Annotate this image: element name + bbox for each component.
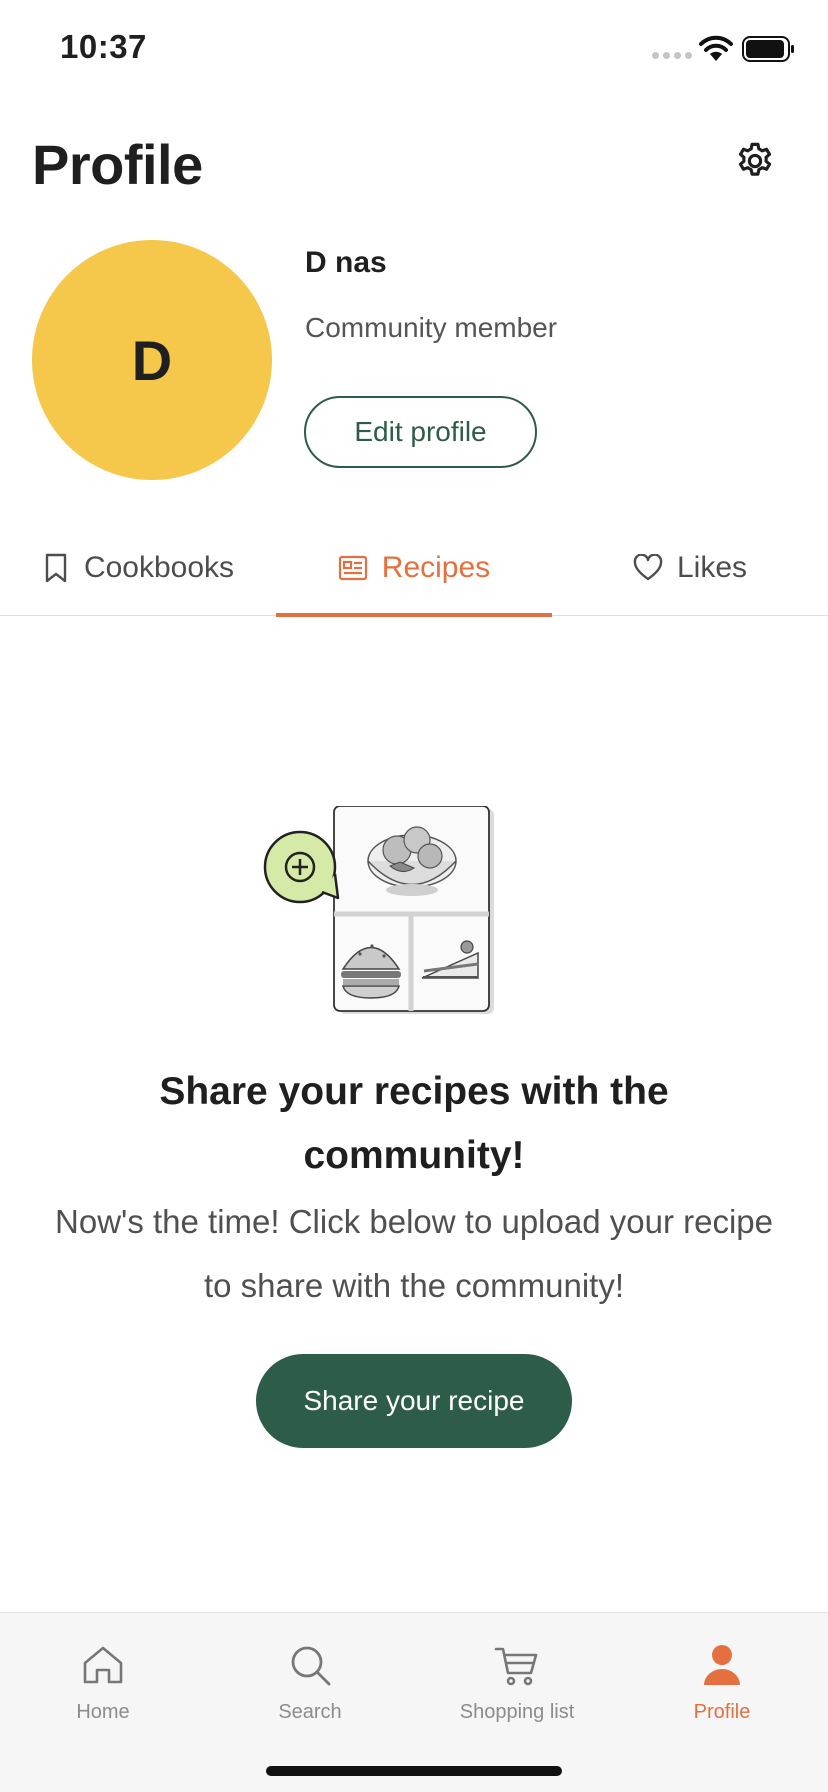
wifi-icon bbox=[699, 35, 733, 61]
page-title: Profile bbox=[32, 133, 203, 196]
tab-label: Recipes bbox=[381, 551, 491, 584]
nav-label: Home bbox=[76, 1701, 130, 1723]
person-icon bbox=[704, 1645, 740, 1685]
status-time: 10:37 bbox=[60, 28, 147, 65]
nav-label: Search bbox=[278, 1701, 342, 1723]
nav-shopping-list[interactable]: Shopping list bbox=[417, 1627, 617, 1737]
avatar-initial: D bbox=[131, 328, 173, 392]
empty-state-title: Share your recipes with the community! bbox=[159, 1070, 669, 1177]
tab-cookbooks[interactable]: Cookbooks bbox=[0, 520, 276, 616]
battery-icon bbox=[742, 36, 794, 62]
heart-icon bbox=[633, 554, 663, 581]
home-icon bbox=[83, 1646, 123, 1684]
settings-button[interactable] bbox=[730, 136, 780, 186]
nav-search[interactable]: Search bbox=[210, 1627, 410, 1737]
nav-label: Profile bbox=[693, 1701, 751, 1723]
profile-tabs: Cookbooks Recipes Likes bbox=[0, 520, 828, 617]
tab-label: Likes bbox=[676, 551, 748, 584]
home-indicator bbox=[266, 1766, 562, 1776]
bottom-nav: Home Search Shopping list Profile bbox=[0, 1612, 828, 1792]
signal-icon bbox=[652, 52, 692, 59]
user-role: Community member bbox=[305, 312, 558, 343]
bookmark-icon bbox=[45, 553, 67, 583]
avatar: D bbox=[32, 240, 272, 480]
user-name: D nas bbox=[305, 246, 387, 279]
nav-home[interactable]: Home bbox=[3, 1627, 203, 1737]
search-icon bbox=[291, 1646, 331, 1686]
tab-likes[interactable]: Likes bbox=[552, 520, 828, 616]
nav-profile[interactable]: Profile bbox=[622, 1627, 822, 1737]
profile-screen: 10:37 Profile D D nas Community member E… bbox=[0, 0, 828, 1792]
share-recipe-button[interactable]: Share your recipe bbox=[256, 1354, 572, 1448]
status-bar: 10:37 bbox=[0, 0, 828, 100]
recipe-card-icon bbox=[338, 555, 367, 581]
empty-state-subtitle: Now's the time! Click below to upload yo… bbox=[55, 1203, 773, 1304]
tab-label: Cookbooks bbox=[83, 551, 235, 584]
edit-profile-button[interactable]: Edit profile bbox=[304, 396, 537, 468]
cart-icon bbox=[494, 1647, 538, 1686]
nav-label: Shopping list bbox=[459, 1701, 575, 1723]
recipe-collage-illustration bbox=[263, 806, 494, 1014]
tab-recipes[interactable]: Recipes bbox=[276, 520, 552, 617]
gear-icon bbox=[738, 142, 772, 176]
